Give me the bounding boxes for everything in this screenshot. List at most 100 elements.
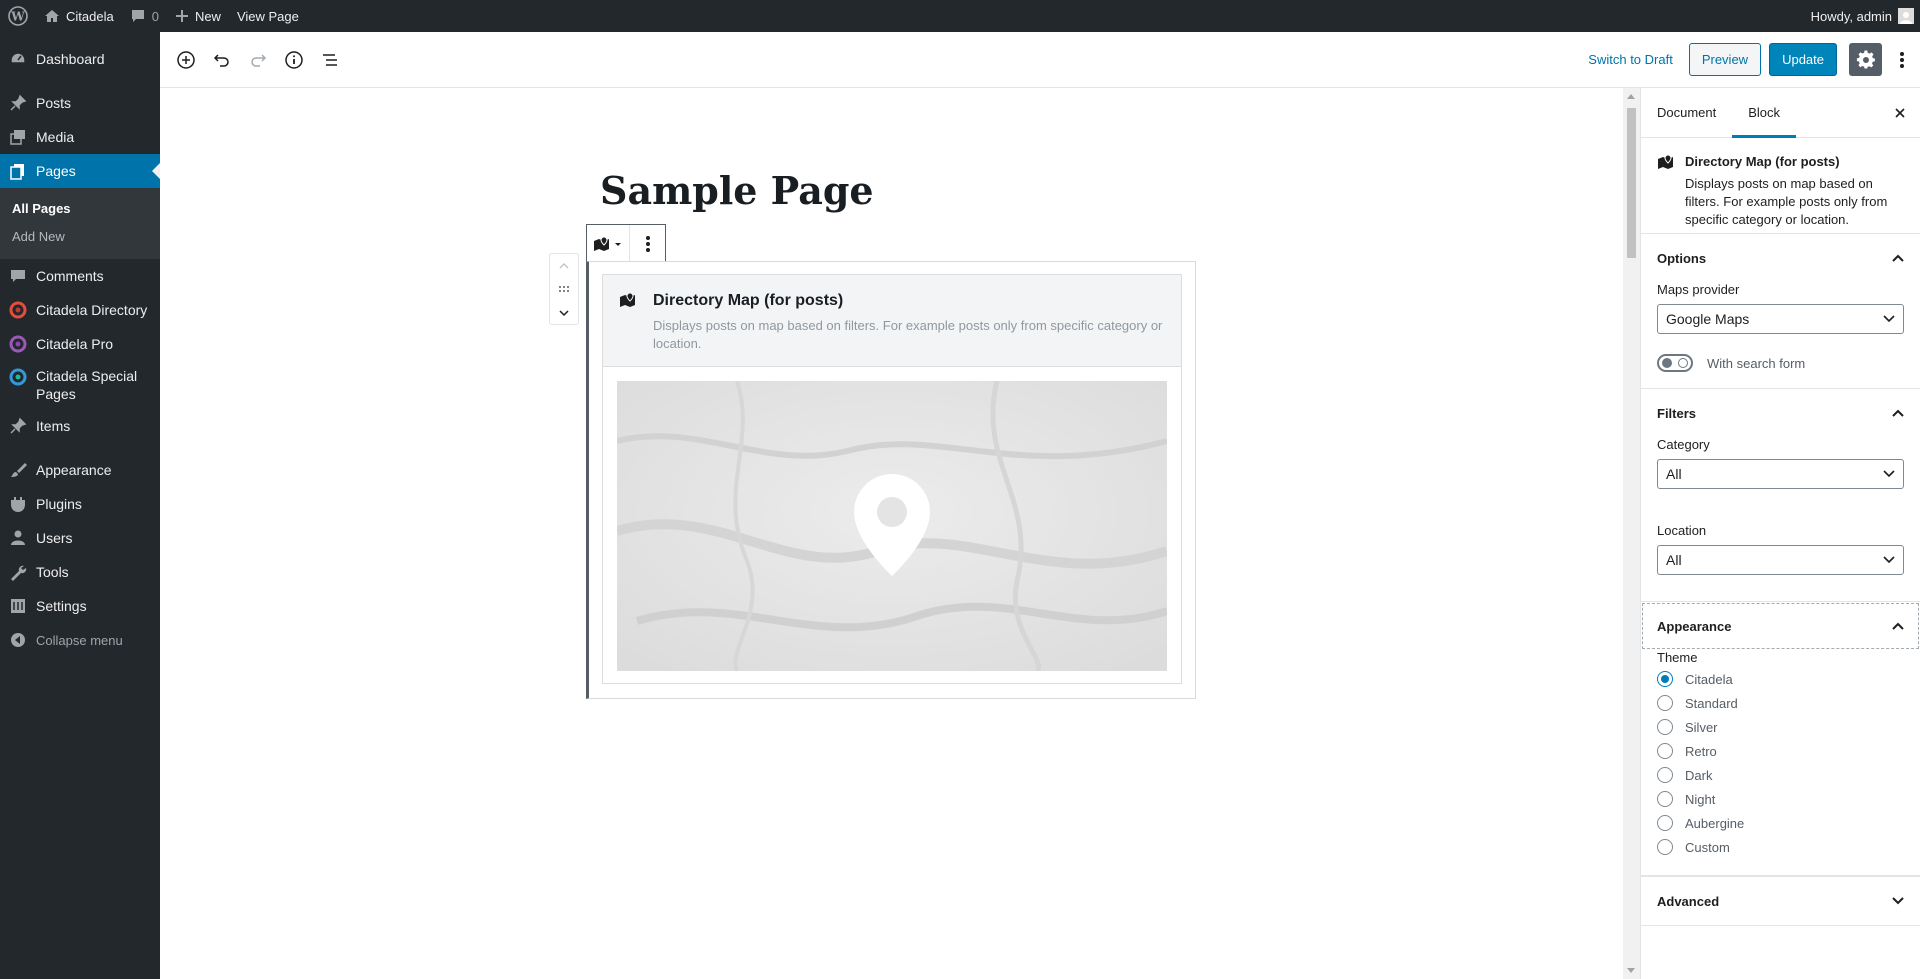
search-form-toggle[interactable] — [1657, 354, 1693, 372]
new-content-link[interactable]: New — [167, 0, 229, 32]
menu-label: Tools — [36, 564, 69, 580]
scroll-up-arrow-icon[interactable] — [1627, 94, 1635, 99]
theme-option-custom[interactable]: Custom — [1657, 835, 1904, 859]
close-sidebar-button[interactable] — [1888, 101, 1912, 125]
menu-dashboard[interactable]: Dashboard — [0, 42, 160, 76]
block-options-button[interactable] — [629, 225, 665, 262]
theme-option-standard[interactable]: Standard — [1657, 691, 1904, 715]
collapse-menu-button[interactable]: Collapse menu — [0, 623, 160, 657]
advanced-panel-toggle[interactable]: Advanced — [1641, 877, 1920, 925]
my-account[interactable]: Howdy, admin — [1803, 0, 1920, 32]
move-up-icon[interactable] — [558, 258, 570, 273]
content-info-button[interactable] — [276, 42, 312, 78]
panel-title: Appearance — [1657, 618, 1732, 634]
chevron-up-icon — [1892, 409, 1904, 417]
menu-label: Citadela Pro — [36, 336, 114, 352]
view-page-link[interactable]: View Page — [229, 0, 307, 32]
options-panel-toggle[interactable]: Options — [1641, 234, 1920, 282]
admin-sidebar: Dashboard Posts Media Pages All Pages Ad… — [0, 32, 160, 979]
theme-option-night[interactable]: Night — [1657, 787, 1904, 811]
block-navigation-button[interactable] — [312, 42, 348, 78]
new-label: New — [194, 8, 221, 24]
pin-icon — [8, 416, 28, 436]
advanced-panel: Advanced — [1641, 876, 1920, 926]
canvas-scrollbar[interactable] — [1623, 88, 1640, 979]
chevron-down-icon — [1892, 897, 1904, 905]
menu-comments[interactable]: Comments — [0, 259, 160, 293]
submenu-add-new[interactable]: Add New — [0, 223, 160, 251]
directory-map-block[interactable]: Directory Map (for posts) Displays posts… — [602, 274, 1182, 684]
menu-posts[interactable]: Posts — [0, 86, 160, 120]
scrollbar-thumb[interactable] — [1627, 108, 1636, 258]
add-block-button[interactable] — [168, 42, 204, 78]
menu-plugins[interactable]: Plugins — [0, 487, 160, 521]
theme-option-dark[interactable]: Dark — [1657, 763, 1904, 787]
radio-button[interactable] — [1657, 671, 1673, 687]
svg-text:W: W — [10, 10, 25, 24]
preview-button[interactable]: Preview — [1688, 43, 1762, 76]
move-down-icon[interactable] — [558, 305, 570, 320]
tab-document[interactable]: Document — [1641, 88, 1732, 138]
menu-appearance[interactable]: Appearance — [0, 453, 160, 487]
switch-to-draft-button[interactable]: Switch to Draft — [1572, 52, 1689, 67]
map-preview-image — [617, 381, 1167, 671]
radio-button[interactable] — [1657, 743, 1673, 759]
radio-label: Aubergine — [1685, 815, 1745, 831]
chevron-down-icon — [1883, 470, 1895, 478]
drag-handle-icon[interactable] — [558, 281, 570, 296]
menu-pages[interactable]: Pages — [0, 154, 160, 188]
menu-citadela-directory[interactable]: Citadela Directory — [0, 293, 160, 327]
settings-toggle-button[interactable] — [1849, 43, 1882, 76]
block-switcher-button[interactable] — [587, 225, 629, 262]
category-select[interactable]: All — [1657, 459, 1904, 489]
radio-button[interactable] — [1657, 719, 1673, 735]
radio-button[interactable] — [1657, 767, 1673, 783]
theme-option-silver[interactable]: Silver — [1657, 715, 1904, 739]
dashboard-icon — [8, 49, 28, 69]
admin-bar: W Citadela 0 New View Page Howdy, admin — [0, 0, 1920, 32]
appearance-panel-toggle[interactable]: Appearance — [1641, 602, 1920, 650]
users-icon — [8, 528, 28, 548]
submenu-all-pages[interactable]: All Pages — [0, 195, 160, 223]
radio-button[interactable] — [1657, 815, 1673, 831]
undo-button[interactable] — [204, 42, 240, 78]
theme-label: Theme — [1657, 650, 1698, 665]
scroll-down-arrow-icon[interactable] — [1627, 968, 1635, 973]
radio-button[interactable] — [1657, 695, 1673, 711]
map-block-icon — [619, 292, 637, 311]
theme-option-citadela[interactable]: Citadela — [1657, 667, 1904, 691]
menu-items[interactable]: Items — [0, 409, 160, 443]
block-card: Directory Map (for posts) Displays posts… — [1641, 138, 1920, 234]
menu-users[interactable]: Users — [0, 521, 160, 555]
avatar — [1898, 8, 1914, 24]
search-form-toggle-row: With search form — [1657, 354, 1904, 372]
chevron-up-icon — [1892, 622, 1904, 630]
menu-settings[interactable]: Settings — [0, 589, 160, 623]
wordpress-logo-icon[interactable]: W — [0, 0, 36, 32]
page-title[interactable]: Sample Page — [600, 168, 874, 213]
filters-panel-toggle[interactable]: Filters — [1641, 389, 1920, 437]
greeting: Howdy, admin — [1810, 8, 1892, 24]
menu-citadela-pro[interactable]: Citadela Pro — [0, 327, 160, 361]
location-select[interactable]: All — [1657, 545, 1904, 575]
more-menu-button[interactable] — [1890, 43, 1914, 76]
collapse-label: Collapse menu — [36, 632, 123, 648]
redo-button[interactable] — [240, 42, 276, 78]
vertical-ellipsis-icon — [1900, 51, 1904, 68]
brush-icon — [8, 460, 28, 480]
site-name-link[interactable]: Citadela — [36, 0, 122, 32]
plus-circle-icon — [177, 50, 195, 69]
menu-citadela-special-pages[interactable]: Citadela Special Pages — [0, 361, 160, 409]
comments-link[interactable]: 0 — [122, 0, 167, 32]
media-icon — [8, 127, 28, 147]
theme-option-retro[interactable]: Retro — [1657, 739, 1904, 763]
redo-icon — [251, 53, 267, 67]
menu-media[interactable]: Media — [0, 120, 160, 154]
menu-tools[interactable]: Tools — [0, 555, 160, 589]
radio-button[interactable] — [1657, 791, 1673, 807]
theme-option-aubergine[interactable]: Aubergine — [1657, 811, 1904, 835]
tab-block[interactable]: Block — [1732, 88, 1797, 138]
maps-provider-select[interactable]: Google Maps — [1657, 304, 1904, 334]
update-button[interactable]: Update — [1769, 43, 1837, 76]
radio-button[interactable] — [1657, 839, 1673, 855]
